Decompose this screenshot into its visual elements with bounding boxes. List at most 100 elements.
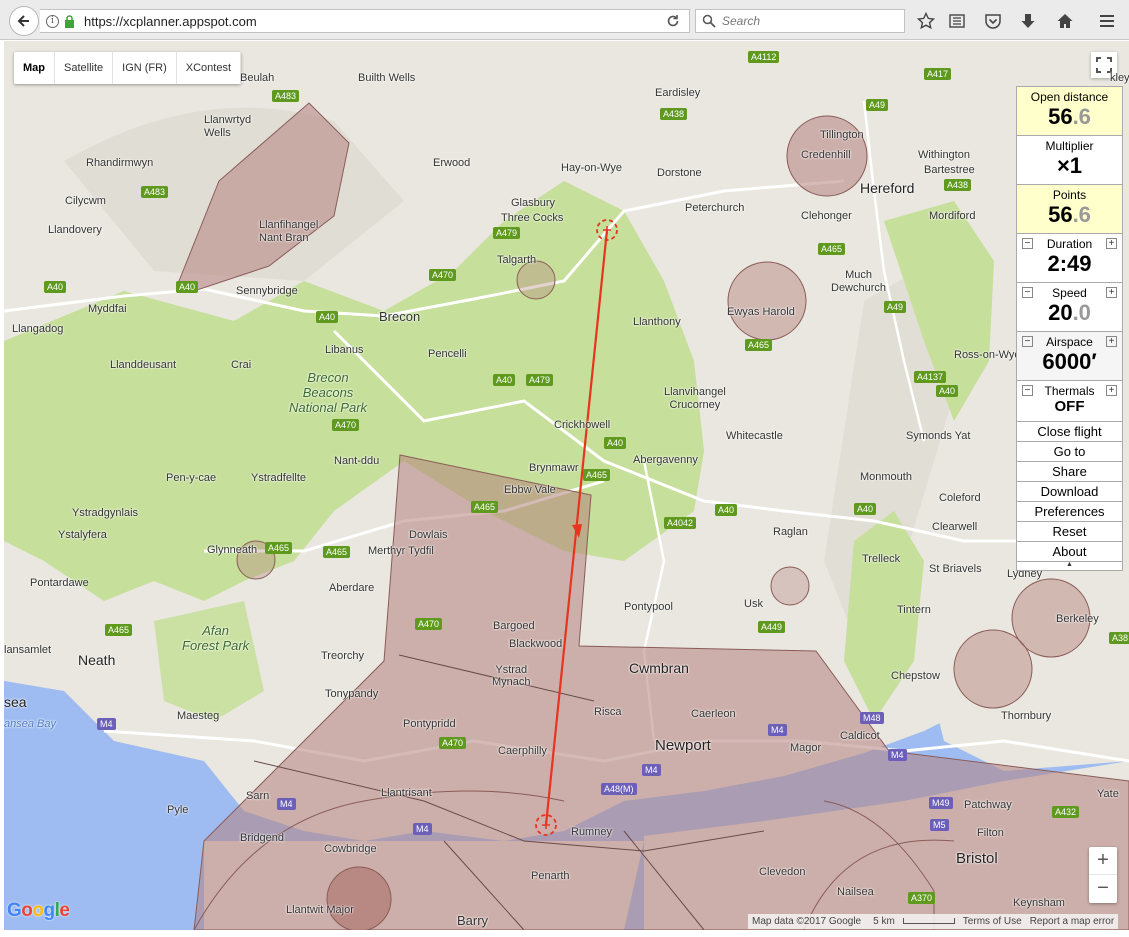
airspace-value: 6000′	[1042, 349, 1097, 374]
place-label: Libanus	[325, 344, 364, 356]
place-label: Aberdare	[329, 582, 375, 594]
place-label: Pen-y-cae	[166, 472, 217, 484]
airspace-increase-button[interactable]: +	[1106, 336, 1117, 347]
place-label: Risca	[594, 706, 622, 718]
zoom-control: + −	[1089, 847, 1117, 903]
road-shield: M5	[930, 819, 949, 831]
road-shield: A40	[493, 374, 516, 386]
road-shield: A432	[1052, 806, 1080, 818]
thermals-decrease-button[interactable]: −	[1022, 385, 1033, 396]
road-shield: M49	[929, 797, 953, 809]
place-label: Filton	[977, 827, 1004, 839]
road-shield: A470	[429, 269, 457, 281]
open-distance-box: Open distance 56.6	[1017, 87, 1122, 136]
zoom-out-button[interactable]: −	[1089, 875, 1117, 903]
road-shield: A483	[272, 90, 300, 102]
map-canvas[interactable]: Map Satellite IGN (FR) XContest Beulah B…	[4, 41, 1129, 930]
place-label: Brynmawr	[529, 462, 579, 474]
duration-decrease-button[interactable]: −	[1022, 238, 1033, 249]
go-to-button[interactable]: Go to	[1017, 442, 1122, 462]
place-label: Clehonger	[801, 210, 852, 222]
place-label: Treorchy	[321, 650, 364, 662]
road-shield: M4	[97, 718, 116, 730]
road-shield: A479	[493, 227, 521, 239]
place-label: Berkeley	[1056, 613, 1099, 625]
multiplier-value: ×1	[1056, 153, 1083, 178]
close-flight-button[interactable]: Close flight	[1017, 422, 1122, 442]
maptype-ign[interactable]: IGN (FR)	[113, 52, 177, 84]
road-shield: A483	[141, 186, 169, 198]
place-label: Glynneath	[207, 544, 258, 556]
maptype-map[interactable]: Map	[14, 52, 55, 84]
place-label: Keynsham	[1013, 897, 1065, 909]
pocket-icon[interactable]	[982, 10, 1004, 32]
duration-increase-button[interactable]: +	[1106, 238, 1117, 249]
multiplier-box: Multiplier ×1	[1017, 136, 1122, 185]
address-bar[interactable]: i https://xcplanner.appspot.com	[40, 9, 690, 33]
reset-button[interactable]: Reset	[1017, 522, 1122, 542]
road-shield: A479	[526, 374, 554, 386]
road-shield: A449	[758, 621, 786, 633]
thermals-increase-button[interactable]: +	[1106, 385, 1117, 396]
road-shield: A470	[415, 618, 443, 630]
google-logo[interactable]: Google	[7, 900, 70, 922]
place-label: Merthyr Tydfil	[368, 545, 434, 557]
place-label: Llangadog	[12, 323, 64, 335]
speed-box: − Speed + 20.0	[1017, 283, 1122, 332]
place-label: Tillington	[820, 129, 864, 141]
place-label: Llanfihangel Nant Bran	[259, 219, 319, 244]
road-shield: A438	[660, 108, 688, 120]
place-label: Blackwood	[509, 638, 563, 650]
place-label: Sennybridge	[236, 285, 298, 297]
road-shield: A438	[944, 179, 972, 191]
place-label: Crickhowell	[554, 419, 611, 431]
search-box[interactable]: Search	[695, 9, 905, 33]
reading-list-icon[interactable]	[946, 10, 968, 32]
reload-icon[interactable]	[665, 13, 681, 29]
park-label: Brecon Beacons National Park	[289, 370, 368, 415]
map-attribution: Map data ©2017 Google 5 km Terms of Use …	[748, 914, 1119, 929]
zoom-in-button[interactable]: +	[1089, 847, 1117, 875]
road-shield: M48	[860, 712, 884, 724]
speed-decrease-button[interactable]: −	[1022, 287, 1033, 298]
place-label: Barry	[457, 913, 489, 928]
bookmark-star-icon[interactable]	[915, 10, 937, 32]
place-label: Patchway	[964, 799, 1012, 811]
info-icon[interactable]: i	[46, 14, 59, 28]
road-shield: A465	[323, 546, 351, 558]
road-shield: M4	[642, 764, 661, 776]
place-label: Rhandirmwyn	[86, 157, 154, 169]
download-button[interactable]: Download	[1017, 482, 1122, 502]
preferences-button[interactable]: Preferences	[1017, 502, 1122, 522]
place-label: Builth Wells	[358, 72, 416, 84]
road-shield: A4112	[748, 51, 780, 63]
airspace-box: − Airspace + 6000′	[1017, 332, 1122, 381]
airspace-decrease-button[interactable]: −	[1022, 336, 1033, 347]
place-label: Yate	[1097, 788, 1119, 800]
arrow-left-icon	[17, 15, 29, 27]
points-value: 56.6	[1048, 202, 1091, 227]
maptype-satellite[interactable]: Satellite	[55, 52, 114, 84]
road-shield: A4137	[914, 371, 947, 383]
about-button[interactable]: About	[1017, 542, 1122, 562]
share-button[interactable]: Share	[1017, 462, 1122, 482]
back-button[interactable]	[9, 6, 39, 36]
browser-toolbar: i https://xcplanner.appspot.com Search	[0, 0, 1129, 40]
home-icon[interactable]	[1054, 10, 1076, 32]
place-label: Ewyas Harold	[727, 306, 795, 318]
place-label: Mordiford	[929, 210, 976, 222]
speed-increase-button[interactable]: +	[1106, 287, 1117, 298]
place-label: Glasbury	[511, 197, 556, 209]
road-shield: A49	[884, 301, 907, 313]
multiplier-label: Multiplier	[1045, 139, 1094, 153]
maptype-xcontest[interactable]: XContest	[177, 52, 241, 84]
terms-link[interactable]: Terms of Use	[959, 916, 1026, 927]
place-label: Whitecastle	[726, 430, 783, 442]
menu-icon[interactable]	[1096, 10, 1118, 32]
report-link[interactable]: Report a map error	[1026, 916, 1118, 927]
download-icon[interactable]	[1017, 10, 1039, 32]
collapse-caret-icon[interactable]: ▲	[1017, 561, 1122, 570]
map-data-credit: Map data ©2017 Google	[752, 916, 862, 927]
place-label: Trelleck	[862, 553, 901, 565]
road-shield: A470	[332, 419, 360, 431]
